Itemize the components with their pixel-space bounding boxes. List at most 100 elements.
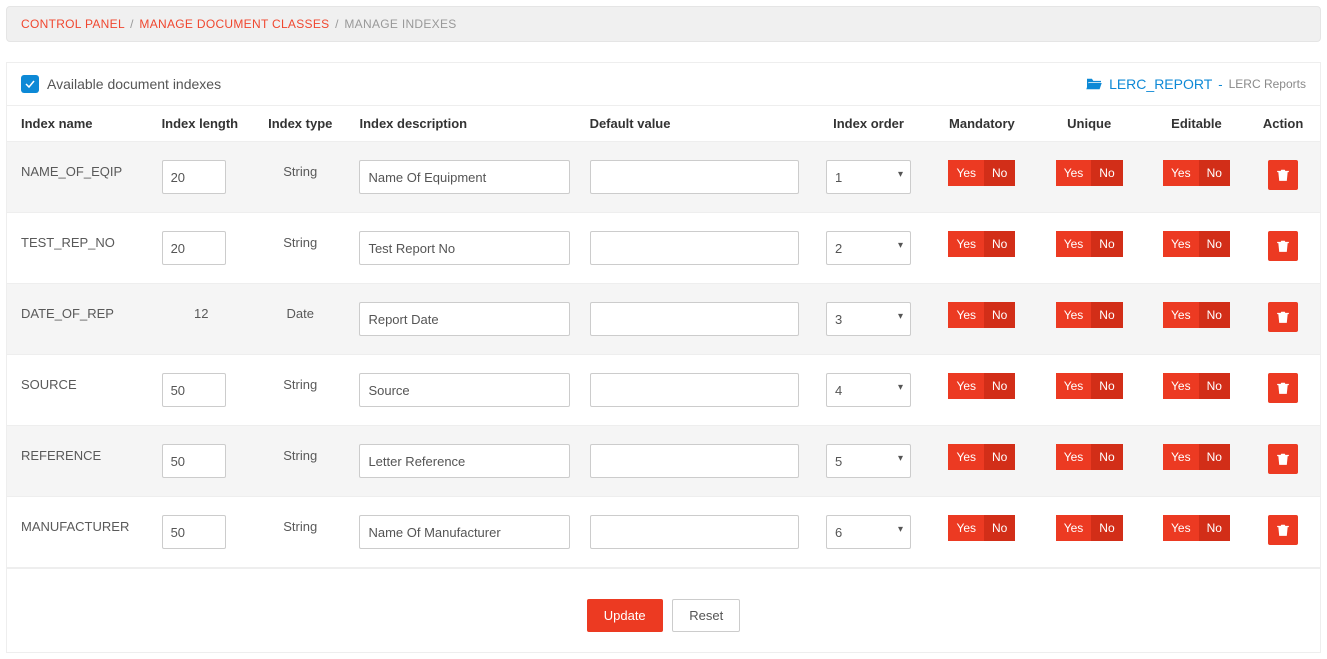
mandatory-toggle[interactable]: Yes No (948, 302, 1015, 328)
toggle-no[interactable]: No (1199, 373, 1230, 399)
table-row: TEST_REP_NOString Yes No Yes No Yes No (7, 213, 1320, 284)
toggle-no[interactable]: No (1091, 302, 1122, 328)
index-order-select[interactable] (826, 373, 911, 407)
toggle-yes[interactable]: Yes (948, 373, 984, 399)
editable-toggle[interactable]: Yes No (1163, 515, 1230, 541)
toggle-no[interactable]: No (1199, 515, 1230, 541)
unique-toggle[interactable]: Yes No (1056, 515, 1123, 541)
toggle-yes[interactable]: Yes (1056, 231, 1092, 257)
table-row: MANUFACTURERString Yes No Yes No Yes No (7, 497, 1320, 568)
toggle-yes[interactable]: Yes (1056, 515, 1092, 541)
index-type-cell: String (251, 213, 349, 284)
index-default-input[interactable] (590, 515, 799, 549)
index-description-input[interactable] (359, 373, 569, 407)
delete-button[interactable] (1268, 444, 1298, 474)
mandatory-toggle[interactable]: Yes No (948, 160, 1015, 186)
toggle-no[interactable]: No (984, 160, 1015, 186)
index-description-input[interactable] (359, 302, 569, 336)
available-indexes-checkbox[interactable] (21, 75, 39, 93)
toggle-no[interactable]: No (984, 373, 1015, 399)
delete-button[interactable] (1268, 302, 1298, 332)
unique-toggle[interactable]: Yes No (1056, 444, 1123, 470)
unique-toggle[interactable]: Yes No (1056, 302, 1123, 328)
toggle-no[interactable]: No (1199, 444, 1230, 470)
toggle-yes[interactable]: Yes (948, 515, 984, 541)
update-button[interactable]: Update (587, 599, 663, 632)
mandatory-toggle[interactable]: Yes No (948, 444, 1015, 470)
editable-toggle[interactable]: Yes No (1163, 373, 1230, 399)
delete-button[interactable] (1268, 515, 1298, 545)
toggle-yes[interactable]: Yes (948, 160, 984, 186)
toggle-yes[interactable]: Yes (1056, 444, 1092, 470)
panel-header: Available document indexes LERC_REPORT -… (7, 63, 1320, 105)
panel-footer: Update Reset (7, 568, 1320, 652)
index-default-input[interactable] (590, 231, 799, 265)
toggle-yes[interactable]: Yes (1163, 302, 1199, 328)
index-length-input[interactable] (162, 515, 226, 549)
toggle-no[interactable]: No (984, 515, 1015, 541)
report-link[interactable]: LERC_REPORT - LERC Reports (1085, 76, 1306, 93)
mandatory-toggle[interactable]: Yes No (948, 231, 1015, 257)
index-description-input[interactable] (359, 231, 569, 265)
delete-button[interactable] (1268, 373, 1298, 403)
unique-toggle[interactable]: Yes No (1056, 231, 1123, 257)
toggle-yes[interactable]: Yes (948, 444, 984, 470)
index-order-select[interactable] (826, 160, 911, 194)
col-header-length: Index length (152, 106, 251, 142)
index-order-select[interactable] (826, 231, 911, 265)
toggle-no[interactable]: No (1199, 160, 1230, 186)
toggle-yes[interactable]: Yes (1056, 302, 1092, 328)
toggle-yes[interactable]: Yes (1163, 515, 1199, 541)
toggle-no[interactable]: No (1091, 373, 1122, 399)
toggle-yes[interactable]: Yes (1163, 373, 1199, 399)
breadcrumb-link-control-panel[interactable]: CONTROL PANEL (21, 17, 124, 31)
index-length-input[interactable] (162, 160, 226, 194)
index-description-input[interactable] (359, 444, 569, 478)
index-length-input[interactable] (162, 444, 226, 478)
mandatory-toggle[interactable]: Yes No (948, 373, 1015, 399)
toggle-yes[interactable]: Yes (1056, 373, 1092, 399)
toggle-no[interactable]: No (984, 231, 1015, 257)
toggle-no[interactable]: No (1091, 515, 1122, 541)
delete-button[interactable] (1268, 231, 1298, 261)
index-default-input[interactable] (590, 444, 799, 478)
toggle-no[interactable]: No (1091, 444, 1122, 470)
reset-button[interactable]: Reset (672, 599, 740, 632)
index-default-input[interactable] (590, 160, 799, 194)
col-header-default: Default value (580, 106, 809, 142)
index-default-input[interactable] (590, 302, 799, 336)
index-description-input[interactable] (359, 160, 569, 194)
toggle-no[interactable]: No (1091, 231, 1122, 257)
index-type-cell: String (251, 142, 349, 213)
toggle-no[interactable]: No (984, 444, 1015, 470)
trash-icon (1276, 381, 1290, 395)
index-order-select[interactable] (826, 444, 911, 478)
unique-toggle[interactable]: Yes No (1056, 160, 1123, 186)
toggle-no[interactable]: No (1091, 160, 1122, 186)
toggle-yes[interactable]: Yes (1163, 160, 1199, 186)
delete-button[interactable] (1268, 160, 1298, 190)
toggle-no[interactable]: No (1199, 231, 1230, 257)
toggle-yes[interactable]: Yes (948, 302, 984, 328)
index-length-input[interactable] (162, 373, 226, 407)
index-default-input[interactable] (590, 373, 799, 407)
index-length-input[interactable] (162, 231, 226, 265)
toggle-yes[interactable]: Yes (1056, 160, 1092, 186)
trash-icon (1276, 452, 1290, 466)
toggle-yes[interactable]: Yes (1163, 444, 1199, 470)
breadcrumb-link-manage-document-classes[interactable]: MANAGE DOCUMENT CLASSES (139, 17, 329, 31)
toggle-yes[interactable]: Yes (1163, 231, 1199, 257)
col-header-editable: Editable (1143, 106, 1250, 142)
index-description-input[interactable] (359, 515, 569, 549)
toggle-no[interactable]: No (984, 302, 1015, 328)
editable-toggle[interactable]: Yes No (1163, 160, 1230, 186)
editable-toggle[interactable]: Yes No (1163, 302, 1230, 328)
index-order-select[interactable] (826, 515, 911, 549)
index-order-select[interactable] (826, 302, 911, 336)
unique-toggle[interactable]: Yes No (1056, 373, 1123, 399)
toggle-yes[interactable]: Yes (948, 231, 984, 257)
toggle-no[interactable]: No (1199, 302, 1230, 328)
editable-toggle[interactable]: Yes No (1163, 444, 1230, 470)
mandatory-toggle[interactable]: Yes No (948, 515, 1015, 541)
editable-toggle[interactable]: Yes No (1163, 231, 1230, 257)
